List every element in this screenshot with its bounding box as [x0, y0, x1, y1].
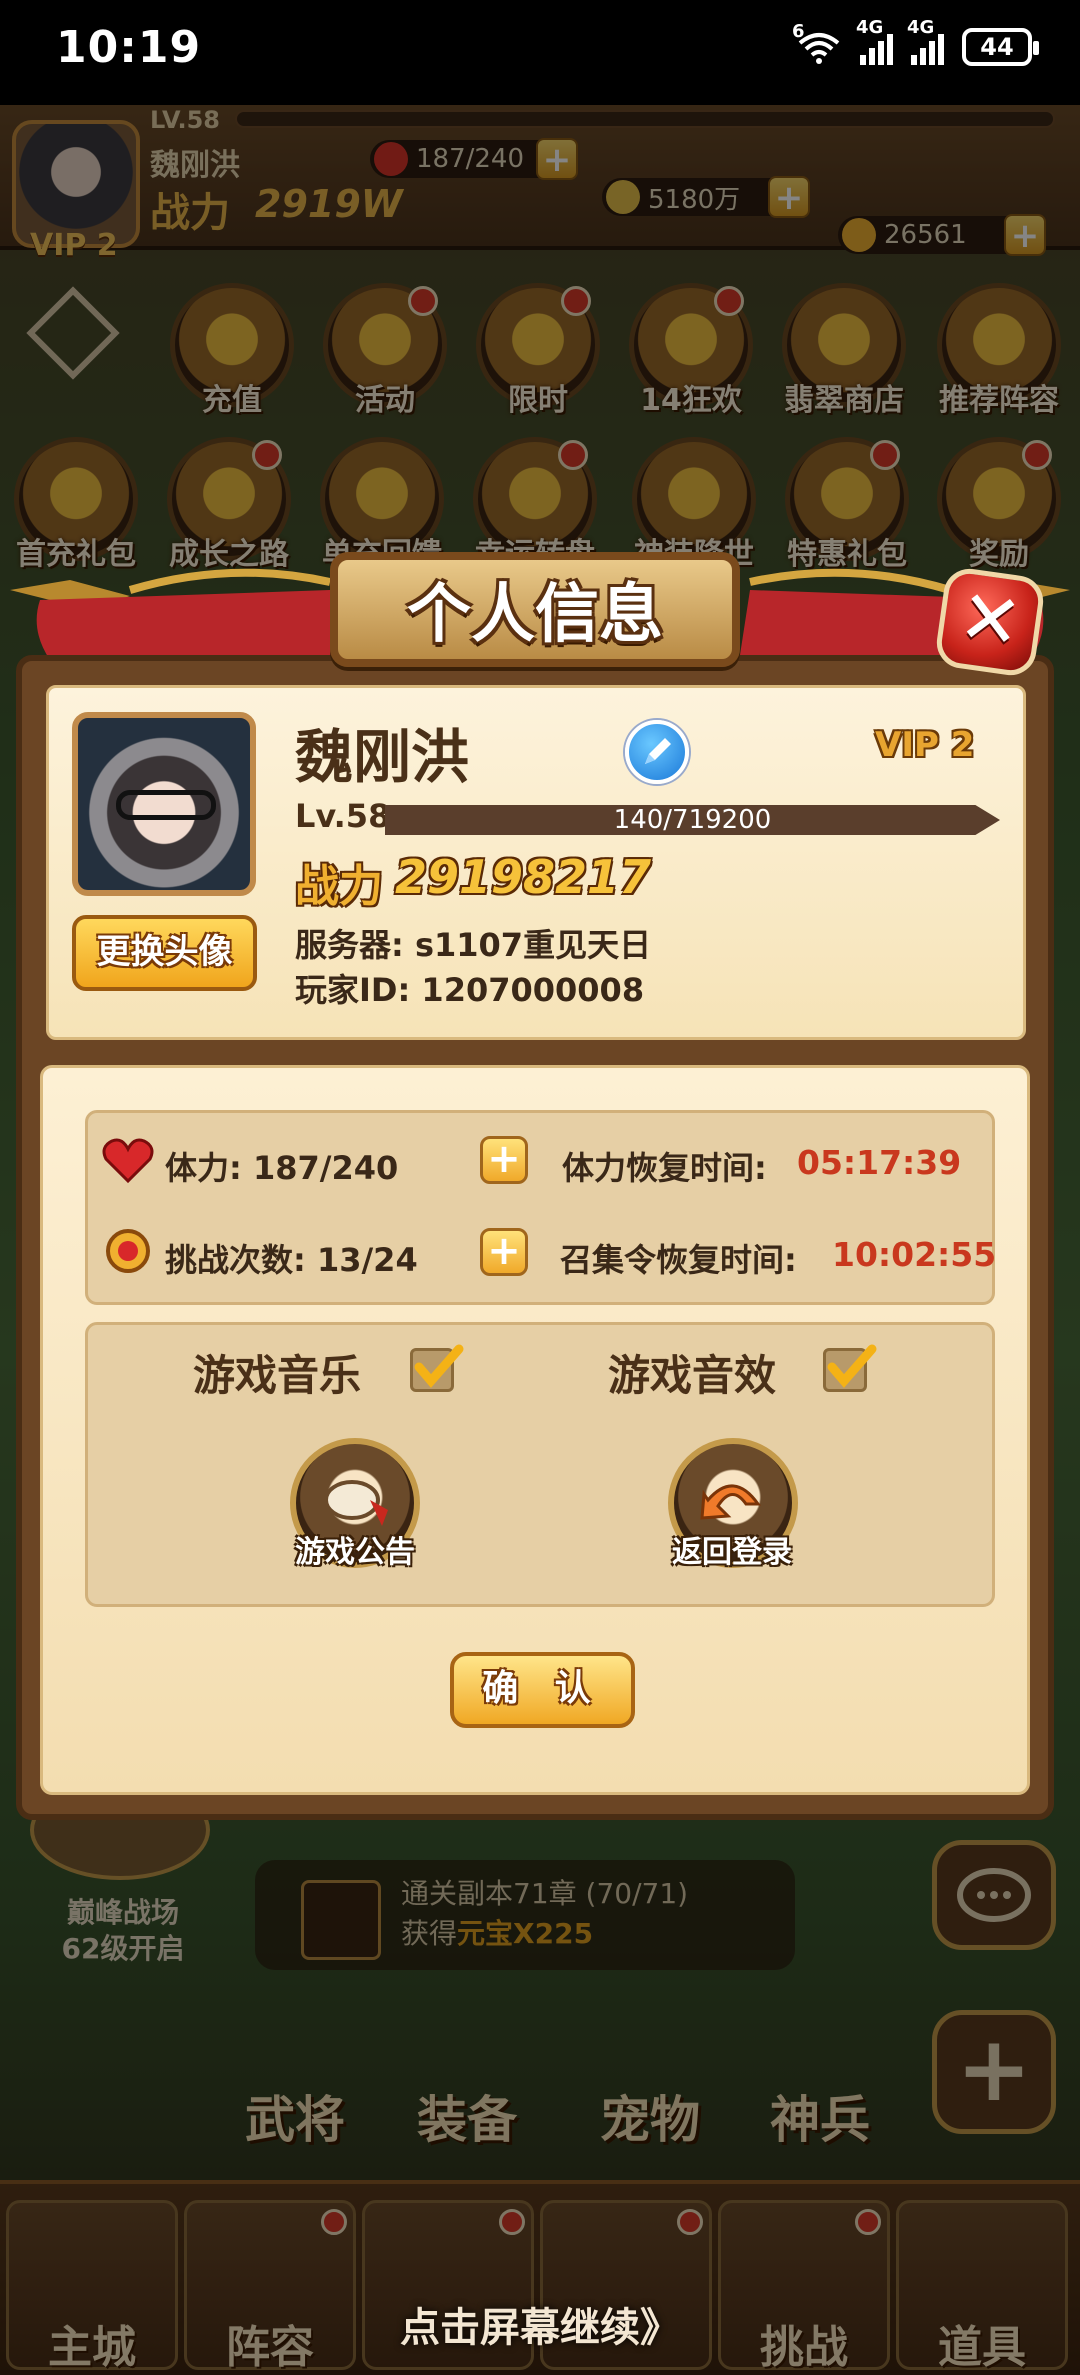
stamina-heart-icon	[102, 1138, 154, 1184]
summon-recover-label: 召集令恢复时间:	[560, 1241, 797, 1279]
player-level: Lv.58	[295, 797, 391, 835]
player-id-label: 玩家ID:	[295, 971, 411, 1009]
screen: 10:19 6 4G 4G 44 VIP 2 LV.58 魏刚洪 战力 2919…	[0, 0, 1080, 2375]
pencil-icon	[645, 738, 671, 764]
server-value: s1107重见天日	[414, 926, 652, 964]
player-id-value: 1207000008	[421, 971, 645, 1009]
music-label: 游戏音乐	[193, 1351, 362, 1400]
exp-bar: 140/719200	[385, 805, 1000, 835]
wifi-label: 6	[792, 21, 805, 42]
add-stamina-button[interactable]: +	[480, 1136, 528, 1184]
add-challenge-button[interactable]: +	[480, 1228, 528, 1276]
challenge-label: 挑战次数:	[165, 1241, 306, 1279]
checkmark-icon	[827, 1344, 877, 1388]
back-to-login-label: 返回登录	[672, 1535, 792, 1570]
wifi-icon: 6	[792, 21, 842, 65]
edit-name-button[interactable]	[625, 720, 689, 784]
stamina-recover-label: 体力恢复时间:	[562, 1149, 767, 1187]
network-label-2: 4G	[907, 17, 935, 38]
sfx-label: 游戏音效	[608, 1351, 777, 1400]
status-bar: 10:19 6 4G 4G 44	[0, 0, 1080, 105]
power-label: 战力	[295, 861, 383, 912]
sfx-checkbox[interactable]	[823, 1344, 877, 1392]
modal-title: 个人信息	[407, 578, 663, 652]
summon-token-icon	[106, 1229, 150, 1273]
server-label: 服务器:	[295, 926, 404, 964]
clock: 10:19	[56, 22, 202, 73]
power-value: 29198217	[395, 850, 652, 904]
network-label-1: 4G	[856, 17, 884, 38]
vip-badge: VIP 2	[875, 725, 975, 765]
player-name: 魏刚洪	[295, 723, 470, 791]
system-icons: 6 4G 4G 44	[792, 17, 1039, 70]
stamina-value: 187/240	[252, 1149, 399, 1187]
announcement-label: 游戏公告	[295, 1535, 415, 1570]
checkmark-icon	[414, 1344, 464, 1388]
exp-value: 140/719200	[613, 805, 772, 835]
signal-icon-2: 4G	[907, 17, 944, 65]
signal-icon-1: 4G	[856, 17, 893, 65]
avatar-glasses	[116, 790, 216, 820]
music-checkbox[interactable]	[410, 1344, 464, 1392]
challenge-value: 13/24	[316, 1241, 418, 1279]
server-row: 服务器: s1107重见天日	[295, 920, 651, 966]
tap-to-continue-hint: 点击屏幕继续》	[400, 2305, 680, 2351]
confirm-button[interactable]: 确 认	[450, 1652, 635, 1728]
summon-recover-time: 10:02:55	[832, 1235, 997, 1274]
player-id-row: 玩家ID: 1207000008	[295, 965, 644, 1011]
battery-icon: 44	[962, 28, 1039, 66]
change-avatar-button[interactable]: 更换头像	[72, 915, 257, 991]
close-icon: ✕	[953, 573, 1027, 667]
close-button[interactable]: ✕	[933, 565, 1047, 679]
stamina-row: 体力: 187/240	[165, 1143, 398, 1189]
stamina-recover-time: 05:17:39	[797, 1143, 962, 1182]
challenge-row: 挑战次数: 13/24	[165, 1235, 418, 1281]
stamina-label: 体力:	[165, 1149, 242, 1187]
